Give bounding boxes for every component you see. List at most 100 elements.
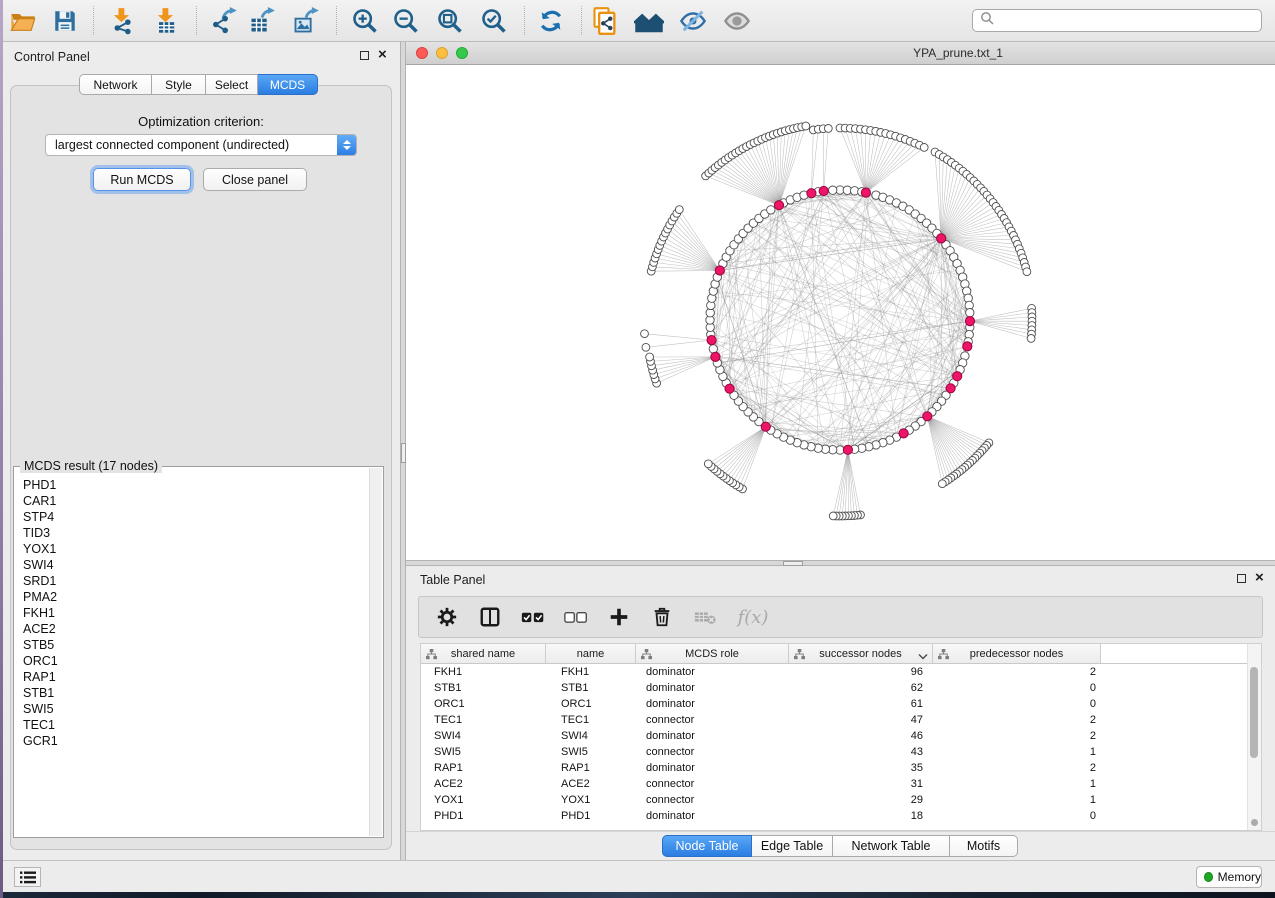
add-column-icon[interactable] <box>607 605 631 629</box>
network-window: YPA_prune.txt_1 <box>406 42 1275 560</box>
tab-network-table[interactable]: Network Table <box>833 835 950 857</box>
open-file-icon[interactable] <box>5 4 41 38</box>
toolbar-separator <box>196 6 197 35</box>
show-all-icon[interactable] <box>719 4 755 38</box>
float-panel-icon[interactable] <box>1237 574 1246 583</box>
mcds-result-item[interactable]: RAP1 <box>23 669 370 685</box>
zoom-in-icon[interactable] <box>347 4 383 38</box>
mcds-result-item[interactable]: PMA2 <box>23 589 370 605</box>
export-network-icon[interactable] <box>206 4 242 38</box>
tab-node-table[interactable]: Node Table <box>662 835 752 857</box>
run-mcds-button[interactable]: Run MCDS <box>93 168 191 191</box>
zoom-fit-icon[interactable] <box>432 4 468 38</box>
column-header-name[interactable]: name <box>546 644 636 663</box>
mcds-result-scrollbar[interactable] <box>369 468 382 836</box>
mcds-result-item[interactable]: SRD1 <box>23 573 370 589</box>
export-image-icon[interactable] <box>288 4 324 38</box>
import-table-icon[interactable] <box>148 4 184 38</box>
window-maximize-icon[interactable] <box>456 47 468 59</box>
first-neighbors-icon[interactable] <box>631 4 667 38</box>
network-window-titlebar[interactable]: YPA_prune.txt_1 <box>406 42 1275 65</box>
optimization-criterion-select[interactable]: largest connected component (undirected) <box>45 134 357 156</box>
mcds-result-list[interactable]: PHD1CAR1STP4TID3YOX1SWI4SRD1PMA2FKH1ACE2… <box>15 473 370 836</box>
node-table: shared name name MCDS role successor nod… <box>420 643 1262 831</box>
window-close-icon[interactable] <box>416 47 428 59</box>
mcds-result-item[interactable]: STP4 <box>23 509 370 525</box>
scrollbar-thumb[interactable] <box>1250 667 1258 758</box>
table-row[interactable]: SWI5SWI5connector431 <box>421 744 1261 760</box>
float-panel-icon[interactable] <box>360 51 369 60</box>
export-table-icon[interactable] <box>244 4 280 38</box>
mcds-result-item[interactable]: CAR1 <box>23 493 370 509</box>
mcds-result-item[interactable]: STB1 <box>23 685 370 701</box>
table-scrollbar[interactable] <box>1247 644 1261 830</box>
table-rows: FKH1FKH1dominator962STB1STB1dominator620… <box>421 664 1261 824</box>
import-network-icon[interactable] <box>104 4 140 38</box>
memory-status-icon <box>1204 872 1213 882</box>
column-header-successor-nodes[interactable]: successor nodes <box>789 644 933 663</box>
memory-label: Memory <box>1218 870 1261 884</box>
search-field[interactable] <box>972 9 1262 32</box>
table-row[interactable]: ORC1ORC1dominator610 <box>421 696 1261 712</box>
tab-mcds[interactable]: MCDS <box>258 74 318 95</box>
table-row[interactable]: TEC1TEC1connector472 <box>421 712 1261 728</box>
mcds-result-item[interactable]: ACE2 <box>23 621 370 637</box>
new-network-from-selection-icon[interactable] <box>587 4 623 38</box>
select-all-icon[interactable] <box>521 605 545 629</box>
mcds-result-item[interactable]: TEC1 <box>23 717 370 733</box>
table-row[interactable]: ACE2ACE2connector311 <box>421 776 1261 792</box>
save-session-icon[interactable] <box>47 4 83 38</box>
mcds-result-item[interactable]: GCR1 <box>23 733 370 749</box>
task-history-button[interactable] <box>14 867 41 887</box>
close-panel-icon[interactable]: × <box>1255 573 1264 583</box>
table-row[interactable]: STB1STB1dominator620 <box>421 680 1261 696</box>
mcds-tab-content: Optimization criterion: largest connecte… <box>10 85 392 850</box>
mcds-result-item[interactable]: ORC1 <box>23 653 370 669</box>
tab-select[interactable]: Select <box>206 74 258 95</box>
mcds-result-item[interactable]: TID3 <box>23 525 370 541</box>
control-panel-title: Control Panel <box>14 50 90 64</box>
table-row[interactable]: SWI4SWI4dominator462 <box>421 728 1261 744</box>
window-minimize-icon[interactable] <box>436 47 448 59</box>
mcds-result-item[interactable]: SWI5 <box>23 701 370 717</box>
app-window: Control Panel × Optimization criterion: … <box>3 0 1275 892</box>
tab-network[interactable]: Network <box>79 74 152 95</box>
column-header-mcds-role[interactable]: MCDS role <box>636 644 789 663</box>
mcds-result-item[interactable]: STB5 <box>23 637 370 653</box>
mcds-result-item[interactable]: YOX1 <box>23 541 370 557</box>
toolbar-separator <box>93 6 94 35</box>
tab-motifs[interactable]: Motifs <box>950 835 1018 857</box>
table-row[interactable]: YOX1YOX1connector291 <box>421 792 1261 808</box>
optimization-criterion-label: Optimization criterion: <box>11 114 391 129</box>
tab-edge-table[interactable]: Edge Table <box>752 835 833 857</box>
scrollbar-button[interactable] <box>1251 819 1258 826</box>
table-row[interactable]: FKH1FKH1dominator962 <box>421 664 1261 680</box>
hide-selected-icon[interactable] <box>675 4 711 38</box>
mcds-result-item[interactable]: PHD1 <box>23 477 370 493</box>
close-panel-icon[interactable]: × <box>378 50 387 60</box>
zoom-out-icon[interactable] <box>388 4 424 38</box>
close-panel-button[interactable]: Close panel <box>203 168 307 191</box>
shared-attribute-icon <box>641 649 652 663</box>
table-row[interactable]: RAP1RAP1dominator352 <box>421 760 1261 776</box>
toolbar-separator <box>581 6 582 35</box>
delete-column-icon[interactable] <box>650 605 674 629</box>
tab-style[interactable]: Style <box>152 74 206 95</box>
table-options-icon[interactable] <box>435 605 459 629</box>
table-tab-band: Node Table Edge Table Network Table Moti… <box>406 831 1275 860</box>
mcds-result-item[interactable]: FKH1 <box>23 605 370 621</box>
memory-button[interactable]: Memory <box>1196 866 1262 888</box>
header-filler <box>1101 644 1261 663</box>
mcds-result-item[interactable]: SWI4 <box>23 557 370 573</box>
search-input[interactable] <box>999 13 1261 29</box>
column-header-shared-name[interactable]: shared name <box>421 644 546 663</box>
zoom-selected-icon[interactable] <box>476 4 512 38</box>
column-header-predecessor-nodes[interactable]: predecessor nodes <box>933 644 1101 663</box>
table-row[interactable]: PHD1PHD1dominator180 <box>421 808 1261 824</box>
show-columns-icon[interactable] <box>478 605 502 629</box>
refresh-icon[interactable] <box>533 4 569 38</box>
deselect-all-icon[interactable] <box>564 605 588 629</box>
network-graph <box>406 65 1275 560</box>
network-canvas[interactable] <box>406 65 1275 560</box>
table-header: shared name name MCDS role successor nod… <box>421 644 1261 664</box>
